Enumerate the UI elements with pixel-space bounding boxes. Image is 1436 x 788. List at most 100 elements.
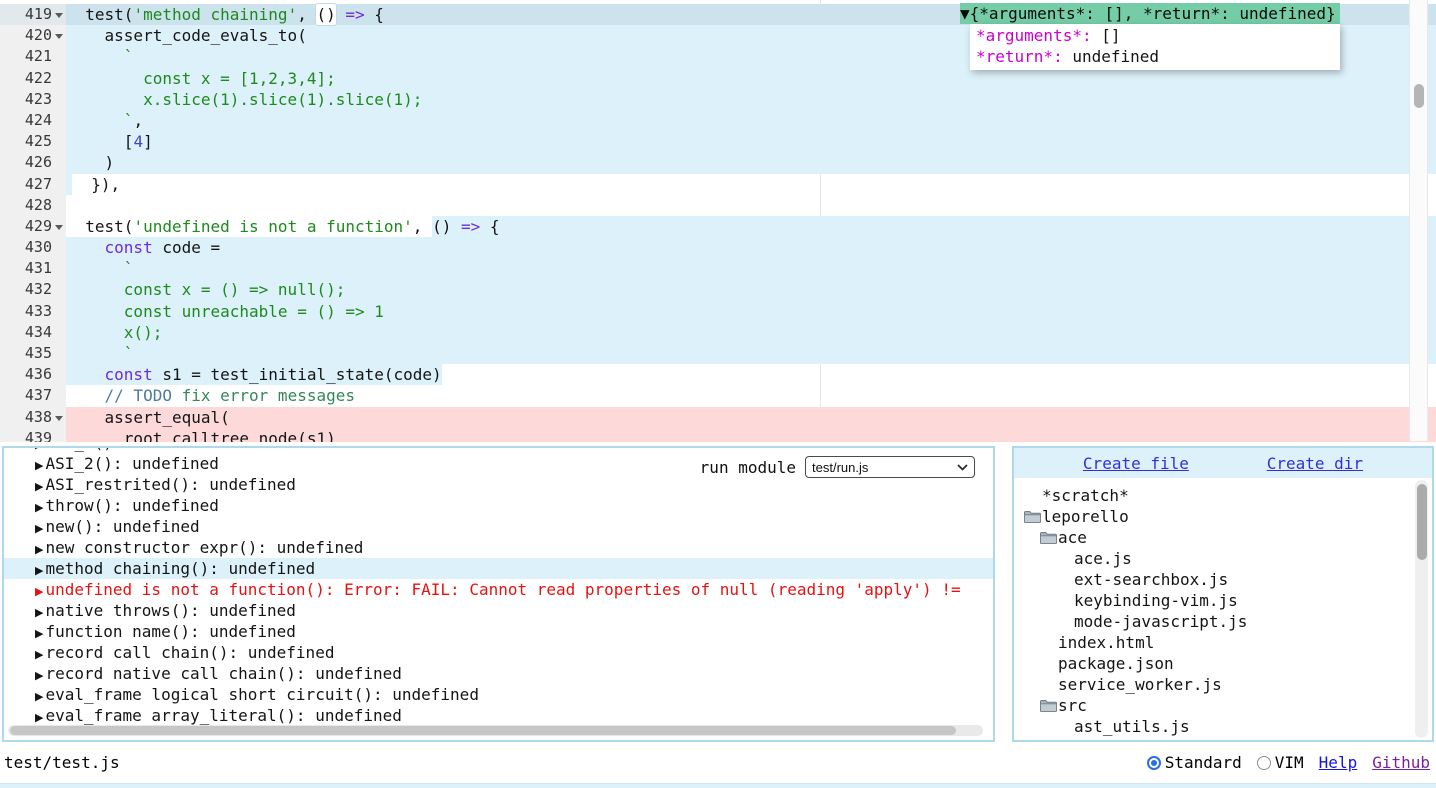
expand-triangle-icon[interactable]: ▶: [35, 627, 43, 640]
tree-item-file[interactable]: mode-javascript.js: [1014, 611, 1432, 632]
test-results-list: ▶ASI_1(): undefined▶ASI_2(): undefined▶A…: [4, 450, 993, 726]
tooltip-header[interactable]: ▼{*arguments*: [], *return*: undefined}: [960, 3, 1340, 24]
code-line-436[interactable]: const s1 = test_initial_state(code): [66, 364, 1436, 385]
radio-selected-icon[interactable]: [1147, 756, 1161, 770]
test-result-item[interactable]: ▶ASI_1(): undefined: [4, 446, 993, 453]
file-tree-list: *scratch*leporelloaceace.jsext-searchbox…: [1014, 478, 1432, 737]
code-line-430[interactable]: const code =: [66, 237, 1436, 258]
gutter-line-431: 431: [0, 258, 66, 279]
code-line-426[interactable]: ): [66, 152, 1436, 173]
gutter-line-426: 426: [0, 152, 66, 173]
editor-scrollbar[interactable]: [1409, 0, 1428, 441]
code-line-427[interactable]: }),: [66, 174, 1436, 195]
code-line-439[interactable]: root_calltree_node(s1): [66, 428, 1436, 442]
expand-triangle-icon[interactable]: ▶: [35, 585, 43, 598]
test-result-text: record native call chain(): undefined: [45, 664, 401, 683]
file-tree-scrollbar[interactable]: [1415, 480, 1428, 738]
expand-triangle-icon[interactable]: ▶: [35, 606, 43, 619]
test-result-item[interactable]: ▶eval_frame array_literal(): undefined: [4, 705, 993, 726]
tree-item-name: package.json: [1058, 653, 1174, 674]
test-result-text: eval_frame logical short circuit(): unde…: [45, 685, 478, 704]
expand-triangle-icon[interactable]: ▶: [35, 648, 43, 661]
tree-item-folder[interactable]: leporello: [1014, 506, 1432, 527]
expand-triangle-icon[interactable]: ▶: [35, 501, 43, 514]
selected-callsite-box[interactable]: (): [316, 4, 335, 25]
gutter-line-421: 421: [0, 46, 66, 67]
fold-arrow-icon[interactable]: [55, 34, 63, 39]
tooltip-value: undefined: [1063, 47, 1159, 66]
tree-item-name: index.html: [1058, 632, 1154, 653]
test-result-text: eval_frame array_literal(): undefined: [45, 706, 401, 725]
github-link[interactable]: Github: [1372, 753, 1430, 772]
test-result-item[interactable]: ▶function name(): undefined: [4, 621, 993, 642]
current-file-path: test/test.js: [4, 753, 120, 772]
code-line-429[interactable]: test('undefined is not a function', () =…: [66, 216, 1436, 237]
expand-triangle-icon[interactable]: ▶: [35, 711, 43, 724]
tree-item-folder[interactable]: src: [1014, 695, 1432, 716]
bottom-accent-strip: [0, 783, 1436, 788]
create-file-link[interactable]: Create file: [1083, 454, 1189, 473]
output-scrollbar-thumb[interactable]: [10, 726, 956, 735]
tree-item-file[interactable]: ast_utils.js: [1014, 716, 1432, 737]
test-result-item[interactable]: ▶eval_frame logical short circuit(): und…: [4, 684, 993, 705]
code-token: }),: [72, 174, 120, 195]
expand-triangle-icon[interactable]: ▶: [35, 690, 43, 703]
keybinding-radio-standard[interactable]: Standard: [1147, 753, 1242, 772]
tree-item-file[interactable]: index.html: [1014, 632, 1432, 653]
code-line-432[interactable]: const x = () => null();: [66, 279, 1436, 300]
help-link[interactable]: Help: [1319, 753, 1358, 772]
code-line-437[interactable]: // TODO fix error messages: [66, 385, 1436, 406]
code-line-424[interactable]: `,: [66, 110, 1436, 131]
test-result-item[interactable]: ▶new(): undefined: [4, 516, 993, 537]
tree-item-file[interactable]: *scratch*: [1014, 485, 1432, 506]
expand-triangle-icon[interactable]: ▶: [35, 459, 43, 472]
tree-item-file[interactable]: ext-searchbox.js: [1014, 569, 1432, 590]
code-line-434[interactable]: x();: [66, 322, 1436, 343]
fold-arrow-icon[interactable]: [55, 13, 63, 18]
code-line-433[interactable]: const unreachable = () => 1: [66, 301, 1436, 322]
editor-gutter: 4194204214224234244254264274284294304314…: [0, 4, 66, 442]
expand-triangle-icon[interactable]: ▶: [35, 522, 43, 535]
test-result-item[interactable]: ▶method chaining(): undefined: [4, 558, 993, 579]
output-panel[interactable]: ▶ASI_1(): undefined▶ASI_2(): undefined▶A…: [2, 446, 995, 742]
expand-triangle-icon[interactable]: ▶: [35, 480, 43, 493]
gutter-line-423: 423: [0, 89, 66, 110]
expand-triangle-icon[interactable]: ▶: [35, 446, 43, 451]
code-line-428[interactable]: [66, 195, 1436, 216]
code-line-435[interactable]: `: [66, 343, 1436, 364]
test-result-item[interactable]: ▶throw(): undefined: [4, 495, 993, 516]
code-token: assert_code_evals_to(: [66, 25, 307, 46]
radio-unselected-icon[interactable]: [1257, 756, 1271, 770]
code-line-423[interactable]: x.slice(1).slice(1).slice(1);: [66, 89, 1436, 110]
expand-triangle-icon[interactable]: ▶: [35, 543, 43, 556]
fold-arrow-icon[interactable]: [55, 416, 63, 421]
create-dir-link[interactable]: Create dir: [1267, 454, 1363, 473]
test-result-item[interactable]: ▶undefined is not a function(): Error: F…: [4, 579, 993, 600]
output-horizontal-scrollbar[interactable]: [8, 725, 983, 736]
run-module-select[interactable]: test/run.js: [805, 456, 975, 478]
code-line-425[interactable]: [4]: [66, 131, 1436, 152]
tree-item-file[interactable]: service_worker.js: [1014, 674, 1432, 695]
file-tree-scrollbar-thumb[interactable]: [1417, 484, 1427, 560]
gutter-line-436: 436: [0, 364, 66, 385]
code-line-438[interactable]: assert_equal(: [66, 407, 1436, 428]
code-line-422[interactable]: const x = [1,2,3,4];: [66, 68, 1436, 89]
code-token: test(: [66, 216, 133, 237]
tree-item-file[interactable]: ace.js: [1014, 548, 1432, 569]
test-result-item[interactable]: ▶new constructor expr(): undefined: [4, 537, 993, 558]
expand-triangle-icon[interactable]: ▶: [35, 669, 43, 682]
tree-item-folder[interactable]: ace: [1014, 527, 1432, 548]
code-line-431[interactable]: `: [66, 258, 1436, 279]
code-token: const: [105, 237, 153, 258]
expand-triangle-icon[interactable]: ▶: [35, 564, 43, 577]
editor-scrollbar-thumb[interactable]: [1414, 84, 1424, 108]
file-tree-header: Create file Create dir: [1014, 448, 1432, 478]
tree-item-file[interactable]: package.json: [1014, 653, 1432, 674]
test-result-item[interactable]: ▶record native call chain(): undefined: [4, 663, 993, 684]
line-number: 434: [25, 322, 52, 343]
test-result-item[interactable]: ▶native throws(): undefined: [4, 600, 993, 621]
test-result-item[interactable]: ▶record call chain(): undefined: [4, 642, 993, 663]
keybinding-radio-vim[interactable]: VIM: [1257, 753, 1304, 772]
fold-arrow-icon[interactable]: [55, 225, 63, 230]
tree-item-file[interactable]: keybinding-vim.js: [1014, 590, 1432, 611]
